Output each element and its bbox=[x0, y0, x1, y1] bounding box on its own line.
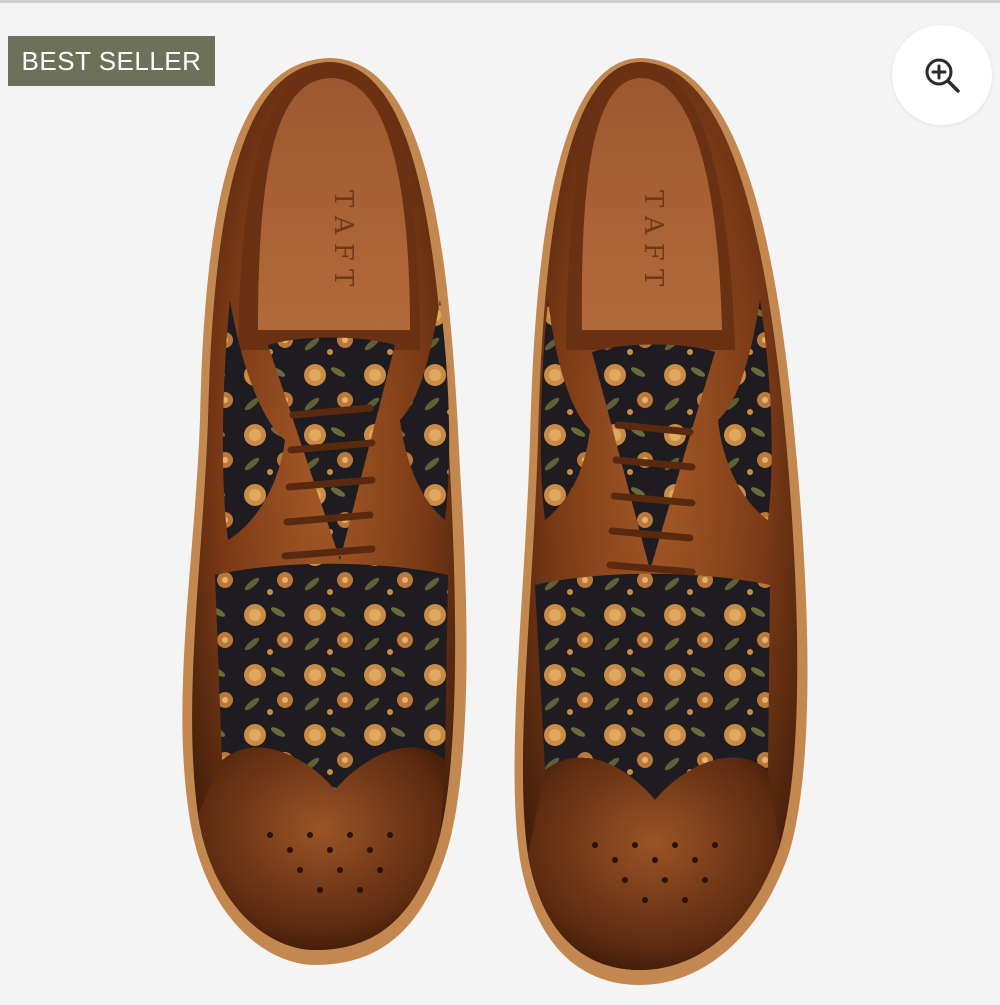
right-shoe: T A F T bbox=[514, 58, 808, 985]
zoom-button[interactable] bbox=[892, 25, 992, 125]
left-shoe: T A F T bbox=[182, 58, 467, 965]
product-image[interactable]: T A F T T A F T bbox=[0, 3, 1000, 1000]
best-seller-badge: BEST SELLER bbox=[8, 36, 215, 86]
svg-text:T A F T: T A F T bbox=[638, 190, 668, 287]
svg-text:T A F T: T A F T bbox=[328, 190, 358, 287]
zoom-in-icon bbox=[922, 55, 962, 95]
badge-label: BEST SELLER bbox=[21, 45, 202, 76]
